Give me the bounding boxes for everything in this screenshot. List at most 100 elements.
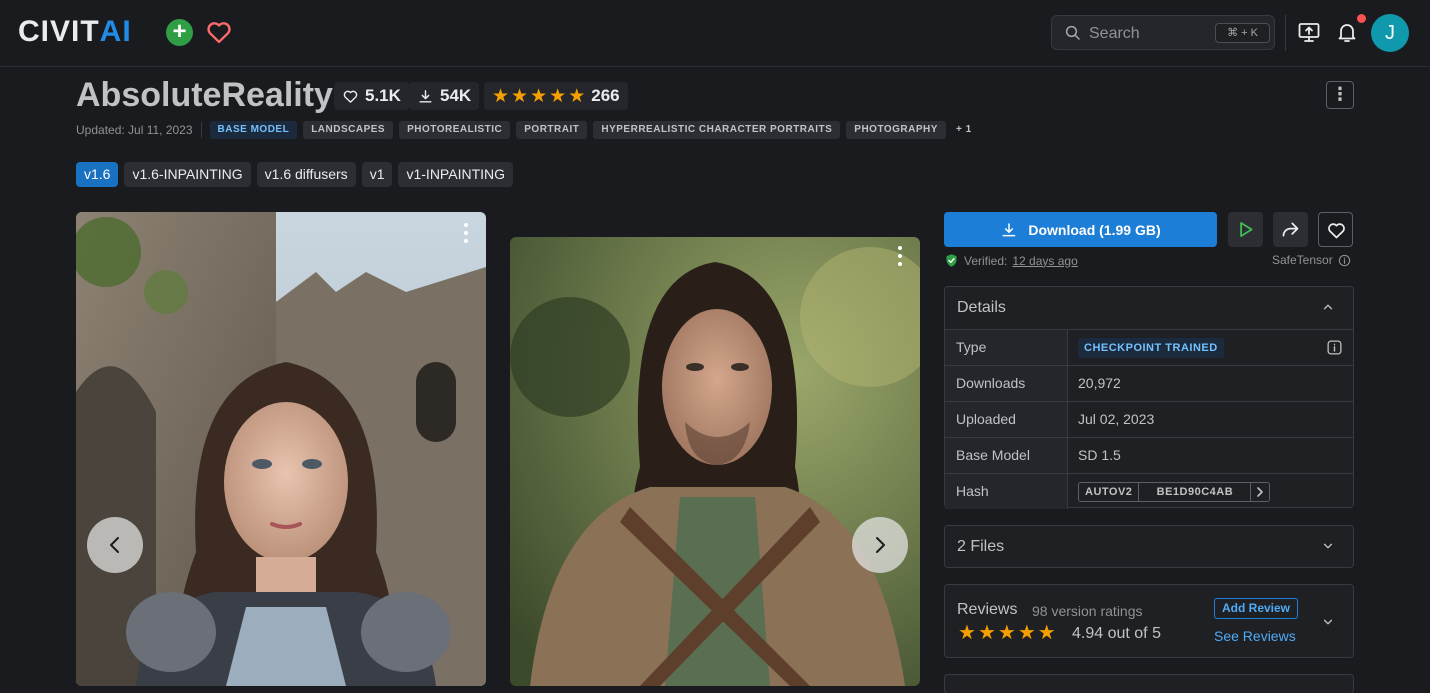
chevron-right-icon bbox=[876, 537, 885, 553]
star-icon: ★ bbox=[549, 85, 567, 107]
info-square-icon[interactable] bbox=[1326, 339, 1343, 356]
search-shortcut: ⌘ + K bbox=[1215, 23, 1270, 43]
see-reviews-link[interactable]: See Reviews bbox=[1214, 628, 1296, 644]
detail-label: Downloads bbox=[945, 366, 1068, 401]
star-icon: ★ bbox=[997, 622, 1016, 644]
monitor-upload-icon[interactable] bbox=[1297, 20, 1321, 44]
tag-hyperrealistic-character-portraits[interactable]: HYPERREALISTIC CHARACTER PORTRAITS bbox=[593, 121, 841, 139]
details-row-base-model: Base Model SD 1.5 bbox=[945, 437, 1353, 473]
star-icon: ★ bbox=[958, 622, 976, 644]
portrait-man-image bbox=[510, 237, 920, 686]
tag-portrait[interactable]: PORTRAIT bbox=[516, 121, 588, 139]
verified-prefix: Verified: bbox=[964, 253, 1008, 268]
civitai-logo[interactable]: CIVIT AI bbox=[18, 15, 132, 48]
favorite-button[interactable] bbox=[1318, 212, 1353, 247]
notifications-bell-icon[interactable] bbox=[1335, 20, 1359, 44]
base-model-badge: BASE MODEL bbox=[209, 121, 298, 139]
gallery-image-man-forest[interactable] bbox=[510, 237, 920, 686]
detail-label: Uploaded bbox=[945, 402, 1068, 437]
version-tab-v1[interactable]: v1 bbox=[361, 162, 393, 187]
star-icon: ★ bbox=[1017, 622, 1036, 644]
hash-selector[interactable]: AUTOV2 BE1D90C4AB bbox=[1078, 482, 1271, 502]
share-icon bbox=[1282, 222, 1299, 237]
details-row-type: Type CHECKPOINT TRAINED bbox=[945, 329, 1353, 365]
add-review-button[interactable]: Add Review bbox=[1214, 598, 1299, 619]
run-model-button[interactable] bbox=[1228, 212, 1263, 247]
next-panel-partial bbox=[944, 674, 1354, 693]
create-button[interactable]: + bbox=[166, 19, 193, 46]
image-menu-icon[interactable] bbox=[461, 222, 471, 244]
heart-icon bbox=[343, 90, 358, 103]
user-avatar[interactable]: J bbox=[1371, 14, 1409, 52]
gallery-image-woman-castle[interactable] bbox=[76, 212, 486, 686]
type-badge: CHECKPOINT TRAINED bbox=[1078, 338, 1224, 359]
tag-photorealistic[interactable]: PHOTOREALISTIC bbox=[399, 121, 511, 139]
details-header[interactable]: Details bbox=[945, 287, 1353, 329]
star-icon: ★ bbox=[492, 85, 510, 107]
carousel-next-button[interactable] bbox=[852, 517, 908, 573]
share-button[interactable] bbox=[1273, 212, 1308, 247]
model-title: AbsoluteReality bbox=[76, 76, 333, 114]
image-menu-icon[interactable] bbox=[895, 245, 905, 267]
details-row-downloads: Downloads 20,972 bbox=[945, 365, 1353, 401]
download-button[interactable]: Download (1.99 GB) bbox=[944, 212, 1217, 247]
model-meta-row: Updated: Jul 11, 2023 BASE MODEL LANDSCA… bbox=[76, 120, 976, 140]
files-header[interactable]: 2 Files bbox=[945, 526, 1353, 568]
details-row-hash: Hash AUTOV2 BE1D90C4AB bbox=[945, 473, 1353, 509]
likes-stat[interactable]: 5.1K bbox=[334, 82, 409, 110]
play-icon bbox=[1240, 222, 1253, 237]
verified-date-link[interactable]: 12 days ago bbox=[1012, 254, 1077, 268]
download-icon bbox=[419, 89, 432, 103]
likes-count: 5.1K bbox=[365, 86, 401, 105]
verified-status: Verified: 12 days ago bbox=[944, 253, 1078, 268]
logo-text-accent: AI bbox=[99, 15, 132, 48]
rating-stat[interactable]: ★ ★ ★ ★ ★ 266 bbox=[484, 82, 628, 110]
version-tab-v1-6-diffusers[interactable]: v1.6 diffusers bbox=[256, 162, 356, 187]
chevron-right-icon bbox=[1257, 487, 1264, 497]
reviews-score: 4.94 out of 5 bbox=[1072, 625, 1161, 642]
notification-dot bbox=[1357, 14, 1366, 23]
info-icon[interactable] bbox=[1338, 254, 1351, 267]
top-header: CIVIT AI + Search ⌘ + K J bbox=[0, 0, 1430, 67]
heart-icon bbox=[1328, 223, 1345, 239]
star-icon: ★ bbox=[568, 85, 586, 107]
detail-value: 20,972 bbox=[1078, 375, 1121, 391]
tag-photography[interactable]: PHOTOGRAPHY bbox=[846, 121, 946, 139]
reviews-count: 98 version ratings bbox=[1032, 603, 1143, 619]
carousel-prev-button[interactable] bbox=[87, 517, 143, 573]
reviews-stars: ★ ★ ★ ★ ★ bbox=[958, 623, 1056, 643]
file-format: SafeTensor bbox=[1272, 253, 1351, 267]
chevron-up-icon bbox=[1323, 304, 1333, 310]
version-tab-v1-6-inpainting[interactable]: v1.6-INPAINTING bbox=[124, 162, 251, 187]
details-row-uploaded: Uploaded Jul 02, 2023 bbox=[945, 401, 1353, 437]
hash-value[interactable]: BE1D90C4AB bbox=[1139, 483, 1252, 501]
version-tab-v1-inpainting[interactable]: v1-INPAINTING bbox=[398, 162, 514, 187]
version-tab-v1-6[interactable]: v1.6 bbox=[76, 162, 119, 187]
star-icon: ★ bbox=[1037, 622, 1056, 644]
downloads-stat: 54K bbox=[409, 82, 480, 110]
search-input[interactable]: Search ⌘ + K bbox=[1051, 15, 1275, 50]
star-icon: ★ bbox=[977, 622, 996, 644]
tag-landscapes[interactable]: LANDSCAPES bbox=[303, 121, 394, 139]
logo-text: CIVIT bbox=[18, 15, 100, 48]
detail-label: Base Model bbox=[945, 438, 1068, 473]
hash-type[interactable]: AUTOV2 bbox=[1079, 483, 1140, 501]
search-placeholder: Search bbox=[1089, 25, 1140, 42]
chevron-left-icon bbox=[110, 537, 119, 553]
star-icon: ★ bbox=[530, 85, 548, 107]
download-icon bbox=[1003, 222, 1016, 236]
chevron-down-icon[interactable] bbox=[1321, 615, 1335, 629]
more-tags-button[interactable]: + 1 bbox=[952, 121, 976, 139]
files-title: 2 Files bbox=[957, 538, 1005, 555]
star-icon: ★ bbox=[511, 85, 529, 107]
hash-next-button[interactable] bbox=[1251, 483, 1269, 501]
rating-stars: ★ ★ ★ ★ ★ bbox=[492, 87, 585, 106]
model-menu-button[interactable]: ⋮ bbox=[1326, 81, 1354, 109]
details-panel: Details Type CHECKPOINT TRAINED Download… bbox=[944, 286, 1354, 509]
files-panel[interactable]: 2 Files bbox=[944, 525, 1354, 568]
details-title: Details bbox=[957, 299, 1006, 316]
file-format-label: SafeTensor bbox=[1272, 253, 1333, 267]
download-label: Download (1.99 GB) bbox=[1028, 221, 1161, 238]
updated-date: Updated: Jul 11, 2023 bbox=[76, 123, 193, 137]
favorites-heart-icon[interactable] bbox=[205, 18, 233, 46]
